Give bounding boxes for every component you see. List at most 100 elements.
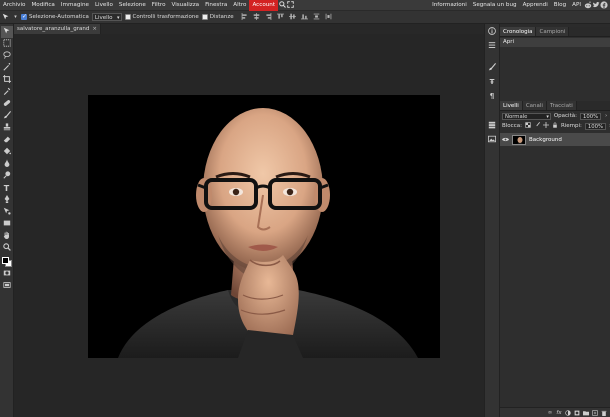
- align-bottom-icon[interactable]: [301, 13, 309, 21]
- dodge-tool[interactable]: [1, 170, 13, 182]
- move-tool-icon: [2, 13, 10, 21]
- transform-controls-checkbox[interactable]: Controlli trasformazione: [124, 14, 199, 20]
- menu-modifica[interactable]: Modifica: [28, 0, 57, 11]
- distribute-icon[interactable]: [313, 13, 321, 21]
- reddit-icon[interactable]: [584, 1, 592, 9]
- trash-icon[interactable]: [601, 410, 607, 416]
- align-left-icon[interactable]: [241, 13, 249, 21]
- info-icon[interactable]: [487, 27, 497, 37]
- link-api[interactable]: API: [569, 0, 584, 11]
- lasso-tool[interactable]: [1, 50, 13, 62]
- tab-livelli[interactable]: Livelli: [500, 101, 523, 110]
- image-canvas[interactable]: [88, 95, 440, 358]
- menu-account[interactable]: Account: [249, 0, 279, 11]
- path-select-tool[interactable]: [1, 206, 13, 218]
- eye-icon[interactable]: [502, 136, 509, 144]
- align-right-icon[interactable]: [265, 13, 273, 21]
- link-apprendi[interactable]: Apprendi: [520, 0, 551, 11]
- transform-controls-check[interactable]: [124, 14, 131, 20]
- link-informazioni[interactable]: Informazioni: [429, 0, 470, 11]
- fill-input[interactable]: 100%: [584, 122, 607, 130]
- hand-tool[interactable]: [1, 230, 13, 242]
- healing-tool[interactable]: [1, 98, 13, 110]
- menu-immagine[interactable]: Immagine: [58, 0, 92, 11]
- marquee-tool[interactable]: [1, 38, 13, 50]
- eyedropper-icon: [3, 87, 11, 97]
- document-tab[interactable]: salvatore_aranzulla_grand ×: [14, 24, 101, 34]
- options-bar: ▾ Selezione-Automatica Livello Controlli…: [0, 11, 610, 24]
- facebook-icon[interactable]: [600, 1, 608, 9]
- path-select-icon: [3, 207, 11, 217]
- text-tool[interactable]: T: [1, 182, 13, 194]
- link-layers-icon[interactable]: ∞: [547, 410, 553, 416]
- lock-transparency-icon[interactable]: [525, 122, 531, 130]
- zoom-tool[interactable]: [1, 242, 13, 254]
- tab-cronologia[interactable]: Cronologia: [500, 27, 537, 36]
- menu-filtro[interactable]: Filtro: [149, 0, 169, 11]
- menu-selezione[interactable]: Selezione: [116, 0, 149, 11]
- list-icon[interactable]: [487, 41, 497, 51]
- auto-select-checkbox[interactable]: Selezione-Automatica: [21, 13, 89, 20]
- paragraph-icon[interactable]: ¶: [487, 91, 497, 101]
- menu-visualizza[interactable]: Visualizza: [169, 0, 203, 11]
- image-icon[interactable]: [487, 135, 497, 145]
- distribute-h-icon[interactable]: [325, 13, 333, 21]
- chevron-down-icon[interactable]: ▾: [13, 13, 18, 21]
- crop-tool[interactable]: [1, 74, 13, 86]
- layer-effects-icon[interactable]: fx: [556, 410, 562, 416]
- menu-archivio[interactable]: Archivio: [0, 0, 28, 11]
- add-mask-icon[interactable]: [574, 410, 580, 416]
- tab-campioni[interactable]: Campioni: [536, 27, 570, 36]
- twitter-icon[interactable]: [592, 1, 600, 9]
- color-swatches[interactable]: [1, 256, 13, 268]
- history-item[interactable]: Apri: [500, 38, 610, 47]
- shape-tool[interactable]: [1, 218, 13, 230]
- folder-icon[interactable]: [583, 410, 589, 416]
- menu-livello[interactable]: Livello: [92, 0, 116, 11]
- eraser-tool[interactable]: [1, 134, 13, 146]
- distances-label: Distanze: [209, 14, 234, 20]
- adjustment-layer-icon[interactable]: [565, 409, 571, 416]
- quick-mask-toggle[interactable]: [1, 268, 13, 280]
- align-middle-icon[interactable]: [289, 13, 297, 21]
- search-icon[interactable]: [278, 1, 286, 9]
- stamp-tool[interactable]: [1, 122, 13, 134]
- foreground-color[interactable]: [1, 257, 9, 264]
- blend-mode-select[interactable]: Normale: [502, 112, 551, 121]
- lock-all-icon[interactable]: [552, 122, 558, 130]
- menu-altro[interactable]: Altro: [230, 0, 249, 11]
- auto-select-target-select[interactable]: Livello: [91, 13, 122, 22]
- distances-checkbox[interactable]: Distanze: [201, 14, 234, 20]
- link-segnala-bug[interactable]: Segnala un bug: [470, 0, 520, 11]
- opacity-input[interactable]: 100%: [579, 112, 602, 120]
- layers-stack-icon[interactable]: [487, 121, 497, 131]
- fullscreen-icon[interactable]: [286, 1, 294, 9]
- move-tool[interactable]: [0, 26, 13, 38]
- tab-canali[interactable]: Canali: [522, 101, 547, 110]
- layer-thumbnail: [512, 134, 526, 145]
- brush-settings-icon[interactable]: [487, 63, 497, 73]
- menu-finestra[interactable]: Finestra: [202, 0, 230, 11]
- layer-row[interactable]: Background: [500, 133, 610, 146]
- tab-tracciati[interactable]: Tracciati: [546, 101, 577, 110]
- auto-select-check[interactable]: [21, 13, 27, 20]
- eyedropper-tool[interactable]: [1, 86, 13, 98]
- lock-pixels-icon[interactable]: [534, 122, 540, 130]
- chevron-right-icon[interactable]: ›: [604, 112, 608, 120]
- align-center-h-icon[interactable]: [253, 13, 261, 21]
- crop-icon: [2, 75, 11, 85]
- close-tab-icon[interactable]: ×: [92, 24, 97, 34]
- lock-position-icon[interactable]: [542, 122, 549, 130]
- link-blog[interactable]: Blog: [551, 0, 569, 11]
- screen-mode-icon: [2, 281, 11, 291]
- blur-tool[interactable]: [1, 158, 13, 170]
- distances-check[interactable]: [201, 14, 208, 20]
- screen-mode-toggle[interactable]: [1, 280, 13, 292]
- brush-tool[interactable]: [1, 110, 13, 122]
- align-top-icon[interactable]: [277, 13, 285, 21]
- fill-tool[interactable]: [1, 146, 13, 158]
- pen-tool[interactable]: [1, 194, 13, 206]
- character-icon[interactable]: Ŧ: [487, 77, 497, 87]
- new-layer-icon[interactable]: [592, 409, 598, 416]
- magic-wand-tool[interactable]: [1, 62, 13, 74]
